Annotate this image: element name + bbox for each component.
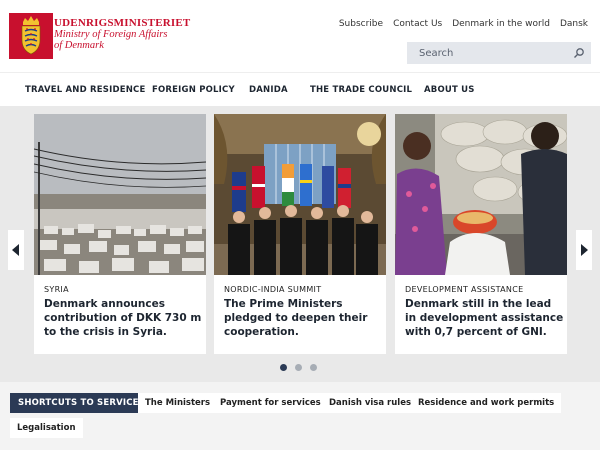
shortcut-residence-and-work-permits[interactable]: Residence and work permits (411, 393, 562, 413)
shortcut-payment-for-services[interactable]: Payment for services (213, 393, 328, 413)
news-card-syria[interactable]: SYRIA Denmark announces contribution of … (34, 114, 206, 354)
shortcut-danish-visa-rules[interactable]: Danish visa rules (322, 393, 419, 413)
news-carousel: SYRIA Denmark announces contribution of … (0, 106, 600, 382)
logo-subtitle-2: of Denmark (54, 40, 104, 51)
nav-the-trade-council[interactable]: THE TRADE COUNCIL (310, 85, 412, 95)
link-contact-us[interactable]: Contact Us (393, 19, 442, 29)
news-card-development-assistance[interactable]: DEVELOPMENT ASSISTANCE Denmark still in … (395, 114, 567, 354)
news-category: NORDIC-INDIA SUMMIT (224, 285, 322, 294)
carousel-dot-2[interactable] (295, 364, 302, 371)
logo-subtitle: Ministry of Foreign Affairs (54, 29, 168, 40)
news-image-prime-ministers (214, 114, 386, 275)
search-box (407, 42, 591, 64)
carousel-dot-3[interactable] (310, 364, 317, 371)
carousel-prev-button[interactable] (8, 230, 24, 270)
chevron-left-icon (12, 244, 19, 256)
news-headline[interactable]: Denmark announces contribution of DKK 73… (44, 297, 204, 339)
carousel-next-button[interactable] (576, 230, 592, 270)
carousel-dot-1[interactable] (280, 364, 287, 371)
news-category: SYRIA (44, 285, 69, 294)
shortcut-the-ministers[interactable]: The Ministers (138, 393, 218, 413)
link-dansk[interactable]: Dansk (560, 19, 588, 29)
shortcut-legalisation[interactable]: Legalisation (10, 418, 83, 438)
news-category: DEVELOPMENT ASSISTANCE (405, 285, 524, 294)
main-navigation: TRAVEL AND RESIDENCE FOREIGN POLICY DANI… (0, 72, 600, 106)
news-headline[interactable]: The Prime Ministers pledged to deepen th… (224, 297, 384, 339)
news-headline[interactable]: Denmark still in the lead in development… (405, 297, 565, 339)
nav-travel-and-residence[interactable]: TRAVEL AND RESIDENCE (25, 85, 145, 95)
news-image-aid-distribution (395, 114, 567, 275)
nav-foreign-policy[interactable]: FOREIGN POLICY (152, 85, 235, 95)
site-logo-text[interactable]: UDENRIGSMINISTERIET Ministry of Foreign … (54, 17, 190, 51)
nav-about-us[interactable]: ABOUT US (424, 85, 475, 95)
search-icon[interactable] (573, 47, 585, 59)
utility-links: Subscribe Contact Us Denmark in the worl… (339, 19, 588, 29)
site-header: UDENRIGSMINISTERIET Ministry of Foreign … (0, 0, 600, 72)
shortcuts-bar: SHORTCUTS TO SERVICES The Ministers Paym… (0, 382, 600, 450)
chevron-right-icon (581, 244, 588, 256)
search-input[interactable] (407, 42, 567, 64)
carousel-pagination (280, 364, 317, 371)
news-card-nordic-india[interactable]: NORDIC-INDIA SUMMIT The Prime Ministers … (214, 114, 386, 354)
royal-crest-icon[interactable] (9, 13, 53, 59)
shortcuts-title: SHORTCUTS TO SERVICES (10, 393, 164, 413)
link-subscribe[interactable]: Subscribe (339, 19, 383, 29)
news-image-refugee-camp (34, 114, 206, 275)
nav-danida[interactable]: DANIDA (249, 85, 288, 95)
link-denmark-in-the-world[interactable]: Denmark in the world (452, 19, 550, 29)
logo-title: UDENRIGSMINISTERIET (54, 17, 191, 29)
